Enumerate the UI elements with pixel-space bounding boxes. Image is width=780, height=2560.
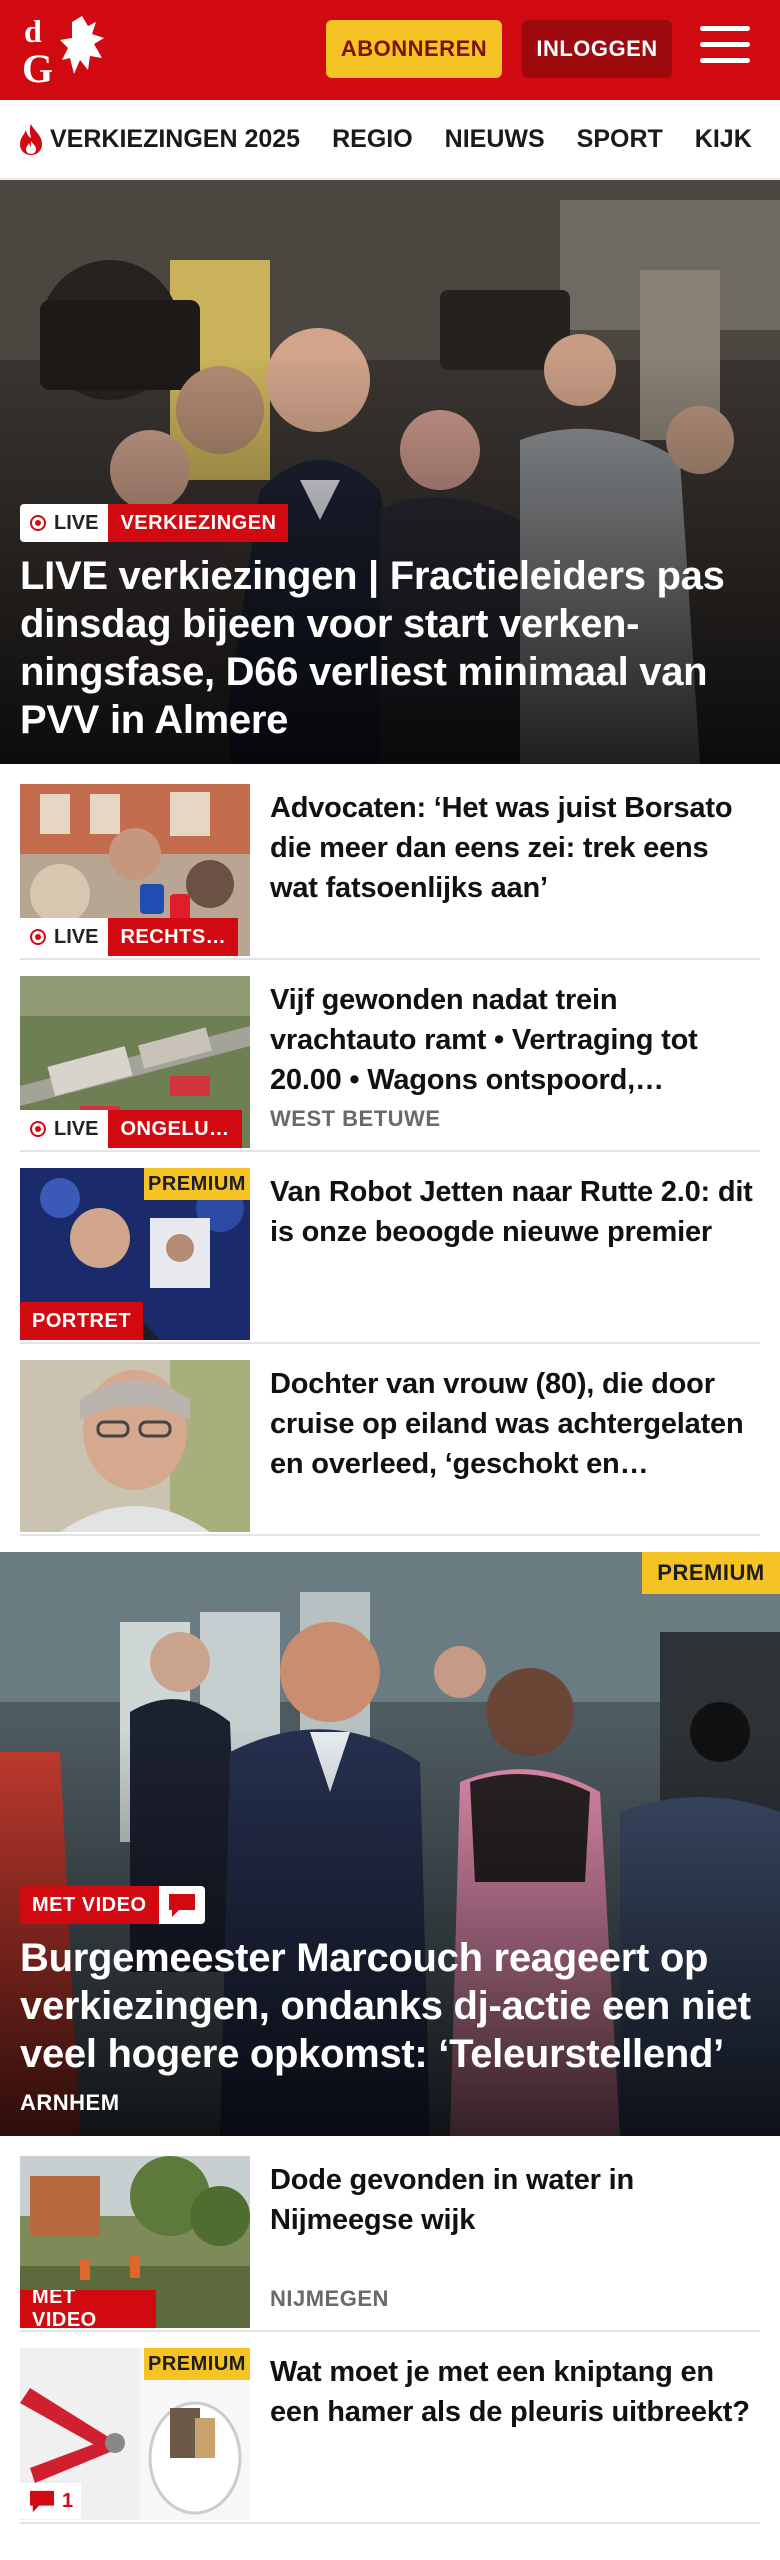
video-tag: MET VIDEO — [20, 2290, 156, 2328]
comment-icon — [30, 2490, 54, 2513]
article-title[interactable]: Dode gevonden in water in Nijmeegse wijk — [270, 2160, 760, 2240]
live-badge: LIVE — [20, 504, 109, 542]
headline[interactable]: Burgemeester Marcouch reageert op verkie… — [20, 1934, 760, 2078]
nav-label: VERKIEZINGEN 2025 — [50, 124, 301, 153]
premium-badge: PREMIUM — [642, 1552, 780, 1594]
site-header: d G ABONNEREN INLOGGEN — [0, 0, 780, 100]
category-tag: ONGELU… — [108, 1110, 242, 1148]
article-title[interactable]: Van Robot Jetten naar Rutte 2.0: dit is … — [270, 1172, 760, 1252]
live-icon — [30, 515, 46, 531]
list-item[interactable]: PREMIUM 1 Wat moet je met een kniptang e… — [20, 2348, 760, 2524]
menu-icon[interactable] — [700, 26, 750, 72]
nav-item-sport[interactable]: SPORT — [577, 125, 663, 154]
premium-badge: PREMIUM — [144, 1168, 250, 1200]
category-tag: PORTRET — [20, 1302, 144, 1340]
article-title[interactable]: Wat moet je met een kniptang en een hame… — [270, 2352, 760, 2432]
article-title[interactable]: Advocaten: ‘Het was juist Borsato die me… — [270, 788, 760, 908]
hero-tags: LIVE VERKIEZINGEN — [20, 504, 760, 542]
article-location: NIJMEGEN — [270, 2286, 389, 2311]
article-thumbnail: LIVE RECHTS… — [20, 784, 250, 956]
live-icon — [30, 1121, 46, 1137]
nav-item-regio[interactable]: REGIO — [332, 125, 413, 154]
svg-text:d: d — [24, 13, 42, 49]
article-title[interactable]: Dochter van vrouw (80), die door cruise … — [270, 1364, 760, 1484]
article-location: WEST BETUWE — [270, 1106, 441, 1131]
nav-item-verkiezingen[interactable]: VERKIEZINGEN 2025 — [16, 122, 300, 156]
svg-text:G: G — [22, 46, 53, 88]
article-thumbnail: LIVE ONGELU… — [20, 976, 250, 1148]
list-item[interactable]: LIVE ONGELU… Vijf gewonden nadat trein v… — [20, 976, 760, 1152]
article-title[interactable]: Vijf gewonden nadat trein vrachtauto ram… — [270, 980, 760, 1100]
subscribe-button[interactable]: ABONNEREN — [326, 20, 502, 78]
category-tag: VERKIEZINGEN — [108, 504, 289, 542]
premium-badge: PREMIUM — [144, 2348, 250, 2380]
headline[interactable]: LIVE verkiezingen | Fractieleiders pas d… — [20, 552, 760, 744]
article-thumbnail: MET VIDEO — [20, 2156, 250, 2328]
hero-article[interactable]: LIVE VERKIEZINGEN LIVE verkiezingen | Fr… — [0, 180, 780, 764]
video-tag: MET VIDEO — [20, 1886, 159, 1924]
comment-badge: 1 — [20, 2483, 82, 2519]
article-thumbnail: PREMIUM PORTRET — [20, 1168, 250, 1340]
logo[interactable]: d G — [22, 12, 118, 88]
list-item[interactable]: Dochter van vrouw (80), die door cruise … — [20, 1360, 760, 1536]
live-badge: LIVE — [20, 918, 109, 956]
article-location: ARNHEM — [20, 2090, 120, 2115]
category-tag: RECHTS… — [108, 918, 239, 956]
comment-count: 1 — [62, 2489, 74, 2512]
login-button[interactable]: INLOGGEN — [522, 20, 672, 78]
live-icon — [30, 929, 46, 945]
list-item[interactable]: MET VIDEO Dode gevonden in water in Nijm… — [20, 2156, 760, 2332]
comment-icon — [168, 1894, 195, 1917]
nav-item-nieuws[interactable]: NIEUWS — [445, 125, 545, 154]
flame-icon — [20, 124, 42, 155]
list-item[interactable]: PREMIUM PORTRET Van Robot Jetten naar Ru… — [20, 1168, 760, 1344]
section-nav: VERKIEZINGEN 2025 REGIO NIEUWS SPORT KIJ… — [0, 100, 780, 180]
hero-tags: MET VIDEO — [20, 1886, 760, 1924]
article-thumbnail: PREMIUM 1 — [20, 2348, 250, 2520]
comment-badge — [158, 1886, 205, 1924]
list-item[interactable]: LIVE RECHTS… Advocaten: ‘Het was juist B… — [20, 784, 760, 960]
hero-article[interactable]: PREMIUM MET VIDEO Burgemeester Marcouch … — [0, 1552, 780, 2136]
nav-item-kijk[interactable]: KIJK — [695, 125, 752, 154]
article-thumbnail — [20, 1360, 250, 1532]
live-badge: LIVE — [20, 1110, 109, 1148]
